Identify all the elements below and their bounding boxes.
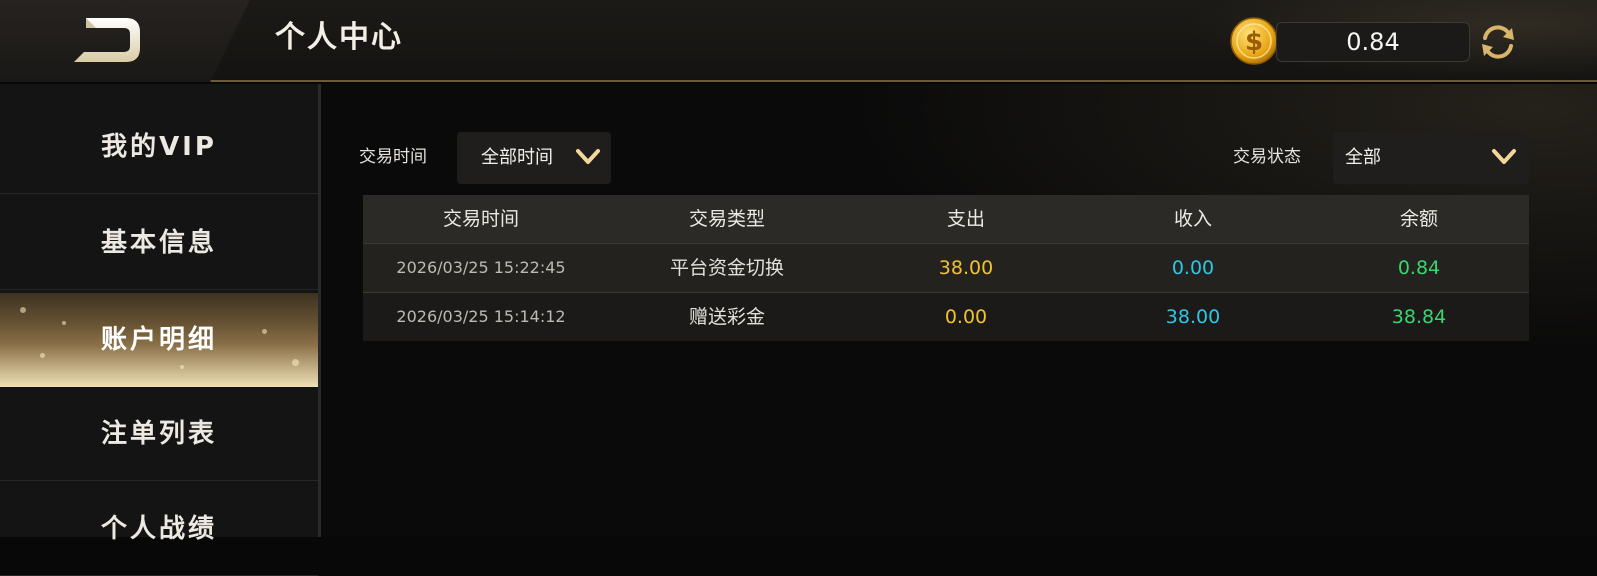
row-income: 38.00 <box>1165 306 1221 328</box>
column-header-income: 收入 <box>1173 208 1212 230</box>
balance-box: 0.84 <box>1276 22 1470 62</box>
back-arrow-icon <box>74 18 140 62</box>
row-time: 2026/03/25 15:14:12 <box>396 307 566 326</box>
sidebar-item-label: 个人战绩 <box>100 514 217 544</box>
balance-value: 0.84 <box>1346 28 1400 56</box>
sidebar-item-basic-info[interactable]: 基本信息 <box>0 196 318 290</box>
sidebar-item-label: 注单列表 <box>100 419 217 449</box>
row-income: 0.00 <box>1171 257 1215 279</box>
column-header-type: 交易类型 <box>688 208 765 230</box>
time-filter-dropdown[interactable]: 全部时间 <box>457 132 611 184</box>
sidebar-item-label: 账户明细 <box>100 325 217 355</box>
row-balance: 38.84 <box>1391 306 1447 328</box>
sidebar: 我的VIP 基本信息 账户明细 注单列表 个人战绩 <box>0 84 321 576</box>
chevron-down-icon <box>576 149 600 164</box>
back-button[interactable] <box>62 12 152 68</box>
status-filter-value: 全部 <box>1345 147 1381 168</box>
chevron-down-icon <box>1492 149 1516 164</box>
column-header-time: 交易时间 <box>442 208 519 230</box>
top-bar: 个人中心 $ 0.84 <box>0 0 1597 82</box>
svg-text:$: $ <box>1245 27 1263 57</box>
status-filter-dropdown[interactable]: 全部 <box>1333 132 1529 184</box>
gold-coin-icon: $ <box>1230 17 1278 65</box>
column-header-balance: 余额 <box>1399 208 1438 230</box>
filter-time-label: 交易时间 <box>359 147 427 167</box>
row-balance: 0.84 <box>1397 257 1441 279</box>
row-expense: 38.00 <box>938 257 994 279</box>
refresh-icon[interactable] <box>1476 20 1520 64</box>
time-filter-value: 全部时间 <box>481 147 553 168</box>
sidebar-item-vip[interactable]: 我的VIP <box>0 100 318 194</box>
table-header: 交易时间 交易类型 支出 收入 余额 <box>363 195 1529 243</box>
row-time: 2026/03/25 15:22:45 <box>396 258 566 277</box>
row-type: 平台资金切换 <box>669 257 784 279</box>
row-type: 赠送彩金 <box>688 306 765 328</box>
sidebar-item-account-details[interactable]: 账户明细 <box>0 293 318 387</box>
sidebar-item-personal-record[interactable]: 个人战绩 <box>0 482 318 576</box>
row-expense: 0.00 <box>944 306 988 328</box>
column-header-expense: 支出 <box>946 208 985 230</box>
sidebar-item-bet-list[interactable]: 注单列表 <box>0 387 318 481</box>
sidebar-item-label: 我的VIP <box>101 132 217 162</box>
transactions-table: 交易时间 交易类型 支出 收入 余额 2026/03/25 15:22:45 平… <box>363 195 1529 341</box>
table-row: 2026/03/25 15:14:12 赠送彩金 0.00 38.00 38.8… <box>363 292 1529 341</box>
page-title: 个人中心 <box>275 20 403 55</box>
sidebar-item-label: 基本信息 <box>100 228 217 258</box>
table-row: 2026/03/25 15:22:45 平台资金切换 38.00 0.00 0.… <box>363 243 1529 292</box>
filter-status-label: 交易状态 <box>1233 147 1301 167</box>
